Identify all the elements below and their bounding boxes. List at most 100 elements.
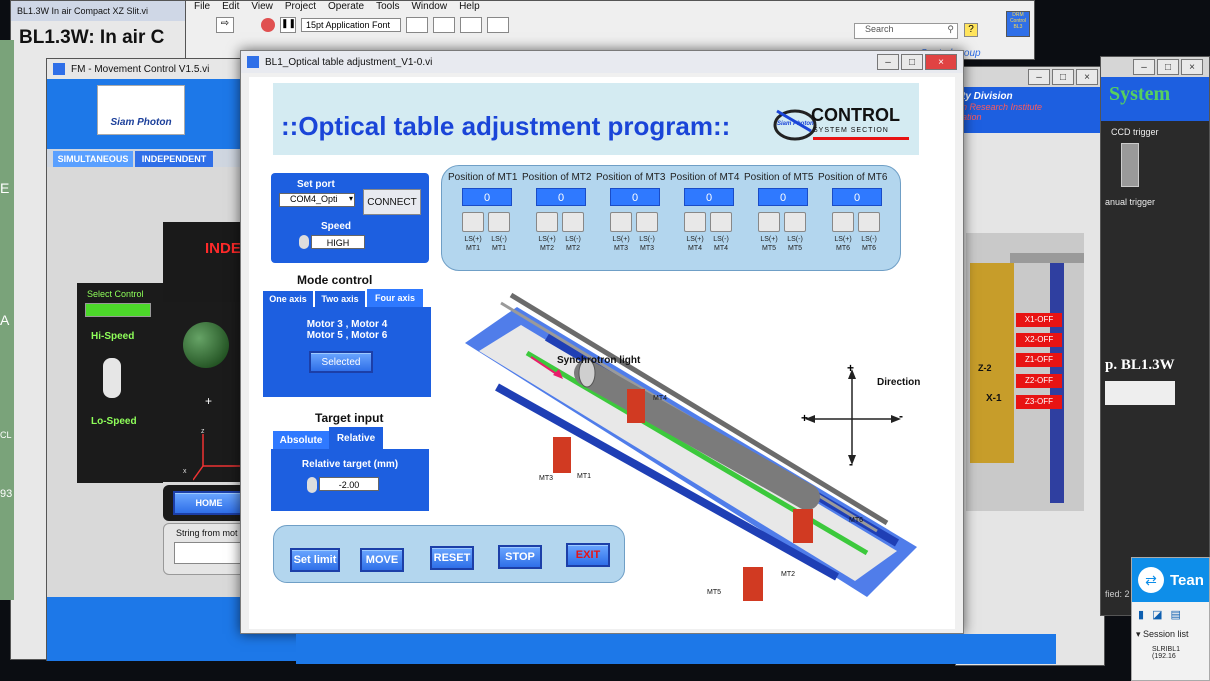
ls-minus-label-mt1: LS(-) bbox=[491, 236, 507, 243]
main-panel: ::Optical table adjustment program:: Sia… bbox=[249, 77, 955, 629]
ls-plus-indicator-mt5 bbox=[758, 212, 780, 232]
position-label-mt2: Position of MT2 bbox=[522, 172, 592, 183]
fm-window-icon bbox=[53, 63, 65, 75]
minimize-icon[interactable]: – bbox=[1028, 69, 1050, 85]
motor-line1: Motor 3 , Motor 4 bbox=[306, 319, 388, 330]
chat-icon[interactable]: ◪ bbox=[1152, 608, 1162, 621]
session-item[interactable]: SLRIBL1 (192.16 bbox=[1132, 642, 1209, 664]
target-panel: Relative target (mm) -2.00 bbox=[271, 449, 429, 511]
set-limit-button[interactable]: Set limit bbox=[290, 548, 340, 572]
menu-edit[interactable]: Edit bbox=[222, 1, 239, 15]
z2-off-indicator: Z2-OFF bbox=[1016, 374, 1062, 388]
ls-minus-indicator-mt6 bbox=[858, 212, 880, 232]
speed-toggle-switch[interactable] bbox=[103, 358, 121, 398]
help-icon[interactable]: ? bbox=[964, 23, 978, 37]
maximize-icon[interactable]: □ bbox=[1052, 69, 1074, 85]
menu-tools[interactable]: Tools bbox=[376, 1, 399, 15]
speed-stepper[interactable] bbox=[299, 235, 309, 249]
search-box[interactable]: Search ⚲ bbox=[854, 23, 958, 39]
video-icon[interactable]: ▮ bbox=[1138, 608, 1144, 621]
move-button[interactable]: MOVE bbox=[360, 548, 404, 572]
set-port-label: Set port bbox=[297, 179, 335, 190]
tab-one-axis[interactable]: One axis bbox=[263, 291, 313, 307]
files-icon[interactable]: ▤ bbox=[1170, 608, 1180, 621]
reset-button[interactable]: RESET bbox=[430, 546, 474, 570]
ccd-trigger-switch[interactable] bbox=[1121, 143, 1139, 187]
ls-minus-indicator-mt2 bbox=[562, 212, 584, 232]
menu-operate[interactable]: Operate bbox=[328, 1, 364, 15]
font-select[interactable]: 15pt Application Font bbox=[301, 18, 401, 32]
abort-icon[interactable] bbox=[261, 18, 275, 32]
ccd-trigger-label: CCD trigger bbox=[1111, 127, 1159, 137]
system-banner: System bbox=[1101, 77, 1209, 121]
menu-view[interactable]: View bbox=[251, 1, 273, 15]
port-select[interactable]: COM4_Opti ▾ bbox=[279, 193, 355, 207]
home-button[interactable]: HOME bbox=[173, 491, 245, 515]
mode-panel: Motor 3 , Motor 4 Motor 5 , Motor 6 Sele… bbox=[263, 307, 431, 397]
menu-file[interactable]: File bbox=[194, 1, 210, 15]
menu-help[interactable]: Help bbox=[459, 1, 480, 15]
ls-minus-mt-label-mt2: MT2 bbox=[566, 245, 580, 252]
menu-window[interactable]: Window bbox=[411, 1, 447, 15]
ls-minus-mt-label-mt1: MT1 bbox=[492, 245, 506, 252]
run-arrow-icon[interactable]: ⇨ bbox=[216, 17, 234, 33]
align-icon[interactable] bbox=[406, 17, 428, 33]
session-list-header[interactable]: ▾ Session list bbox=[1132, 627, 1209, 642]
close-icon[interactable]: × bbox=[1076, 69, 1098, 85]
ls-plus-indicator-mt3 bbox=[610, 212, 632, 232]
teamviewer-panel: ⇄ Tean ▮ ◪ ▤ ▾ Session list SLRIBL1 (192… bbox=[1131, 557, 1210, 681]
target-stepper[interactable] bbox=[307, 477, 317, 493]
teamviewer-logo-icon: ⇄ bbox=[1138, 567, 1164, 593]
left-letter-cl: CL bbox=[0, 430, 12, 440]
positions-panel: Position of MT1 0 LS(+) LS(-) MT1 MT1 Position… bbox=[441, 165, 901, 271]
tab-two-axis[interactable]: Two axis bbox=[315, 291, 365, 307]
bl13w-short-box bbox=[1105, 381, 1175, 405]
select-control-dropdown[interactable] bbox=[85, 303, 151, 317]
control-logo-subtext: SYSTEM SECTION bbox=[813, 127, 889, 134]
ls-plus-mt-label-mt6: MT6 bbox=[836, 245, 850, 252]
fm-inde-label: INDE bbox=[205, 240, 241, 257]
main-close-icon[interactable]: × bbox=[925, 54, 957, 70]
tab-absolute[interactable]: Absolute bbox=[273, 431, 329, 449]
main-maximize-icon[interactable]: □ bbox=[901, 54, 923, 70]
diagram-label-mt4: MT4 bbox=[653, 395, 667, 402]
reorder-icon[interactable] bbox=[487, 17, 509, 33]
connect-button[interactable]: CONNECT bbox=[363, 189, 421, 215]
position-value-mt2: 0 bbox=[536, 188, 586, 206]
main-minimize-icon[interactable]: – bbox=[877, 54, 899, 70]
dir-minus-bottom: - bbox=[849, 457, 853, 471]
bl13w-short-label: p. BL1.3W bbox=[1105, 357, 1175, 373]
position-label-mt4: Position of MT4 bbox=[670, 172, 740, 183]
main-window-icon bbox=[247, 56, 259, 68]
ls-plus-label-mt4: LS(+) bbox=[686, 236, 704, 243]
ls-plus-indicator-mt6 bbox=[832, 212, 854, 232]
system-window: – □ × System CCD trigger anual trigger p… bbox=[1100, 56, 1210, 616]
position-label-mt5: Position of MT5 bbox=[744, 172, 814, 183]
tab-relative[interactable]: Relative bbox=[329, 427, 383, 449]
sys-close-icon[interactable]: × bbox=[1181, 59, 1203, 75]
sys-maximize-icon[interactable]: □ bbox=[1157, 59, 1179, 75]
resize-icon[interactable] bbox=[460, 17, 482, 33]
position-value-mt1: 0 bbox=[462, 188, 512, 206]
bl13w-titlebar: BL1.3W In air Compact XZ Slit.vi bbox=[11, 1, 189, 21]
pause-icon[interactable]: ❚❚ bbox=[280, 17, 296, 33]
tab-simultaneous[interactable]: SIMULTANEOUS bbox=[53, 151, 133, 167]
stop-button[interactable]: STOP bbox=[498, 545, 542, 569]
division-line1: ty Division bbox=[962, 91, 1013, 102]
ls-plus-mt-label-mt1: MT1 bbox=[466, 245, 480, 252]
menu-project[interactable]: Project bbox=[285, 1, 316, 15]
tab-four-axis[interactable]: Four axis bbox=[367, 289, 423, 307]
select-control-panel: Select Control Hi-Speed Lo-Speed bbox=[77, 283, 163, 483]
relative-target-input[interactable]: -2.00 bbox=[319, 477, 379, 491]
selected-button[interactable]: Selected bbox=[309, 351, 373, 373]
left-letter-e: E bbox=[0, 180, 10, 196]
ls-minus-mt-label-mt5: MT5 bbox=[788, 245, 802, 252]
ls-minus-label-mt6: LS(-) bbox=[861, 236, 877, 243]
exit-button[interactable]: EXIT bbox=[566, 543, 610, 567]
hi-speed-label: Hi-Speed bbox=[91, 331, 135, 342]
fm-window-title: FM - Movement Control V1.5.vi bbox=[71, 63, 210, 75]
sys-minimize-icon[interactable]: – bbox=[1133, 59, 1155, 75]
position-value-mt4: 0 bbox=[684, 188, 734, 206]
distribute-icon[interactable] bbox=[433, 17, 455, 33]
tab-independent[interactable]: INDEPENDENT bbox=[135, 151, 213, 167]
